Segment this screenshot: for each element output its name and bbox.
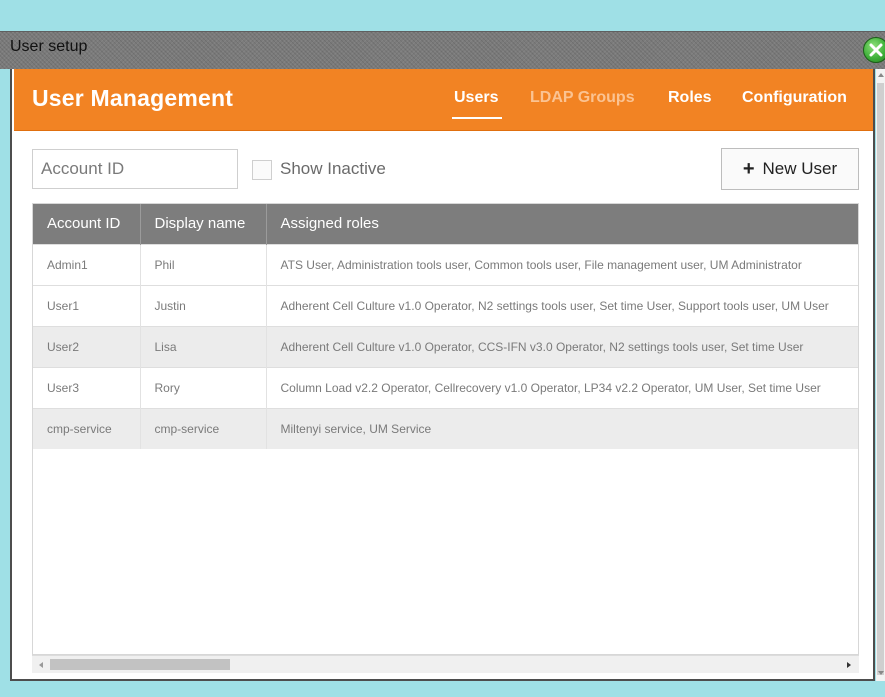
cell-assigned-roles: Miltenyi service, UM Service <box>266 407 858 449</box>
new-user-button[interactable]: + New User <box>721 148 859 190</box>
cell-assigned-roles: ATS User, Administration tools user, Com… <box>266 243 858 285</box>
tab-users[interactable]: Users <box>454 89 498 107</box>
vertical-scroll-thumb[interactable] <box>877 83 884 675</box>
cell-account-id: User3 <box>33 366 141 408</box>
window-title: User setup <box>10 38 88 55</box>
cell-display-name: Justin <box>140 284 267 326</box>
scroll-left-icon[interactable] <box>39 662 43 668</box>
cell-account-id: User1 <box>33 284 141 326</box>
scroll-right-icon[interactable] <box>847 662 851 668</box>
scroll-down-icon[interactable] <box>878 671 884 675</box>
cell-display-name: Lisa <box>140 325 267 367</box>
table-row[interactable]: User1 Justin Adherent Cell Culture v1.0 … <box>33 284 858 326</box>
new-user-label: New User <box>762 159 838 178</box>
cell-display-name: Rory <box>140 366 267 408</box>
show-inactive-checkbox[interactable] <box>252 160 272 180</box>
plus-icon: + <box>742 158 755 180</box>
tab-configuration[interactable]: Configuration <box>742 89 847 107</box>
tab-roles[interactable]: Roles <box>668 89 712 107</box>
horizontal-scrollbar[interactable] <box>32 655 859 673</box>
close-icon[interactable] <box>863 37 885 63</box>
horizontal-scroll-thumb[interactable] <box>50 659 230 670</box>
page-title: User Management <box>32 85 234 111</box>
app-header: User Management Users LDAP Groups Roles … <box>14 69 873 131</box>
window-titlebar[interactable]: User setup <box>0 31 885 69</box>
cell-display-name: Phil <box>140 243 267 285</box>
table-row[interactable]: User2 Lisa Adherent Cell Culture v1.0 Op… <box>33 325 858 367</box>
tab-ldap-groups[interactable]: LDAP Groups <box>530 89 635 107</box>
user-setup-window: User Management Users LDAP Groups Roles … <box>10 69 875 681</box>
cell-account-id: Admin1 <box>33 243 141 285</box>
cell-assigned-roles: Adherent Cell Culture v1.0 Operator, CCS… <box>266 325 858 367</box>
column-header-account-id[interactable]: Account ID <box>33 204 141 244</box>
vertical-scrollbar[interactable] <box>876 69 885 681</box>
users-table: Account ID Display name Assigned roles A… <box>32 203 859 655</box>
cell-assigned-roles: Adherent Cell Culture v1.0 Operator, N2 … <box>266 284 858 326</box>
table-row[interactable]: Admin1 Phil ATS User, Administration too… <box>33 243 858 285</box>
scroll-up-icon[interactable] <box>878 73 884 77</box>
cell-assigned-roles: Column Load v2.2 Operator, Cellrecovery … <box>266 366 858 408</box>
active-tab-indicator <box>452 117 502 119</box>
table-header-row: Account ID Display name Assigned roles <box>33 204 858 244</box>
column-header-display-name[interactable]: Display name <box>140 204 267 244</box>
cell-account-id: User2 <box>33 325 141 367</box>
account-id-input[interactable] <box>32 149 238 189</box>
cell-account-id: cmp-service <box>33 407 141 449</box>
column-header-assigned-roles[interactable]: Assigned roles <box>266 204 858 244</box>
table-row[interactable]: User3 Rory Column Load v2.2 Operator, Ce… <box>33 366 858 408</box>
table-row[interactable]: cmp-service cmp-service Miltenyi service… <box>33 407 858 449</box>
show-inactive-label: Show Inactive <box>280 159 386 178</box>
cell-display-name: cmp-service <box>140 407 267 449</box>
